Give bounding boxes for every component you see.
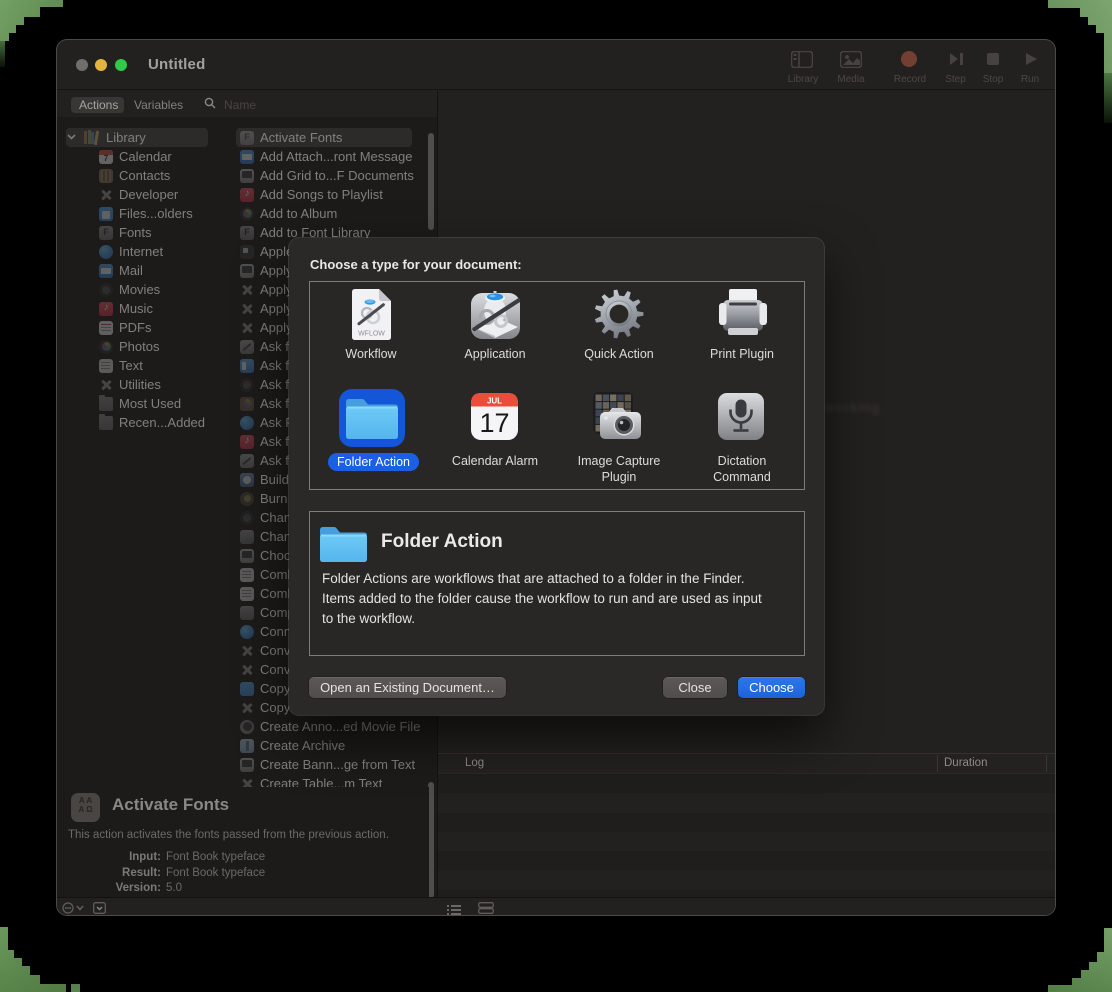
svg-text:JUL: JUL xyxy=(487,397,502,406)
svg-text:17: 17 xyxy=(479,408,509,438)
svg-text:WFLOW: WFLOW xyxy=(358,331,385,338)
